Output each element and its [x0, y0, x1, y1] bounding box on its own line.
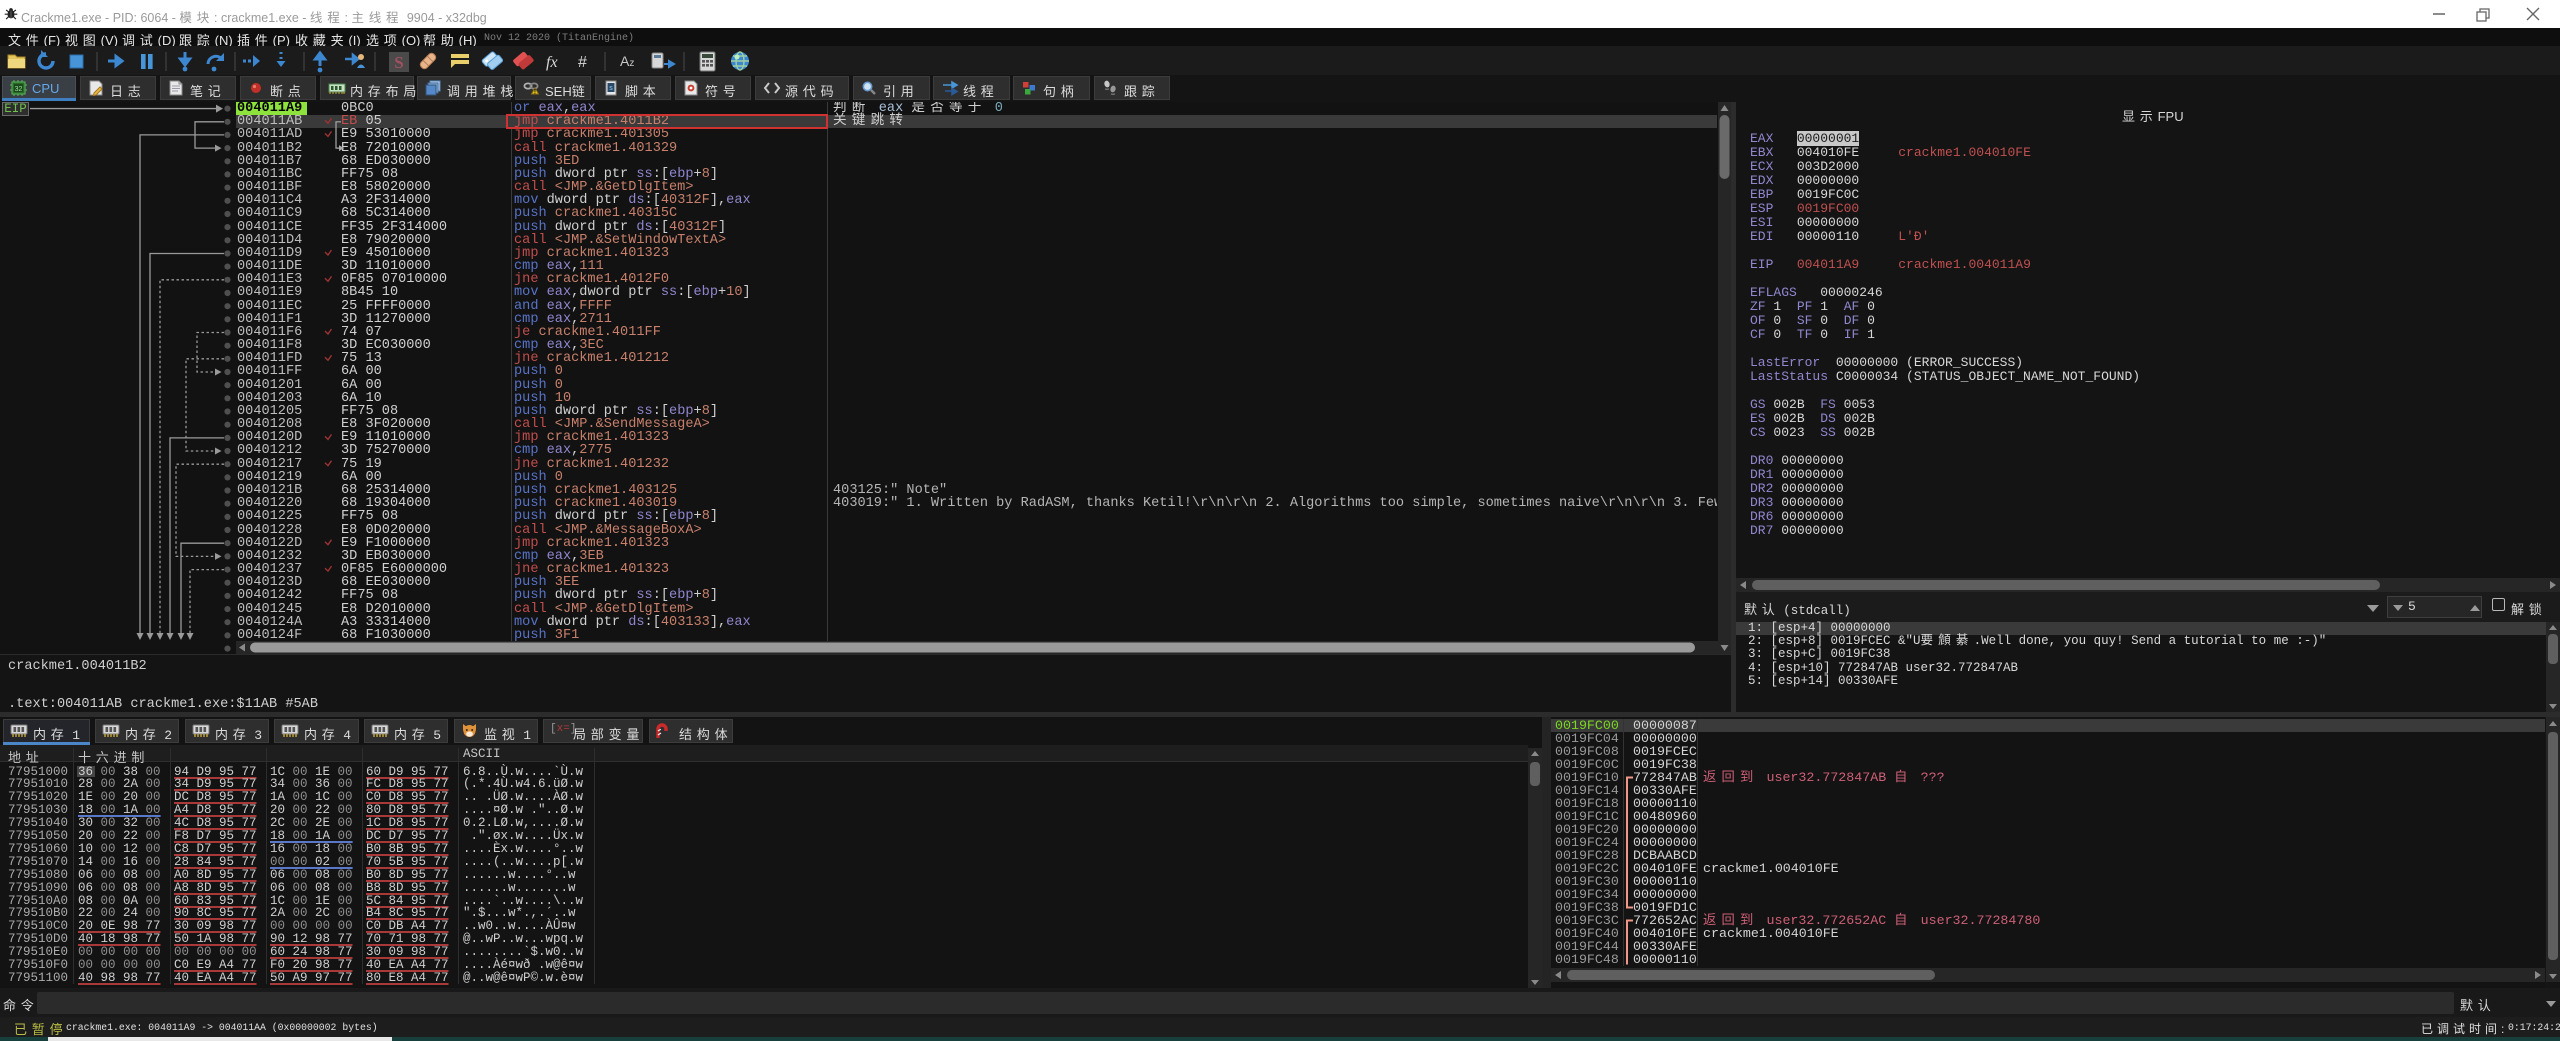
svg-text:s: s	[609, 85, 613, 93]
svg-text:Az: Az	[620, 53, 634, 69]
svg-text:S: S	[394, 53, 403, 72]
svg-text:fx: fx	[546, 54, 558, 71]
svg-text:!: !	[534, 88, 536, 95]
svg-text:32: 32	[15, 86, 23, 93]
svg-text:#: #	[578, 54, 587, 71]
